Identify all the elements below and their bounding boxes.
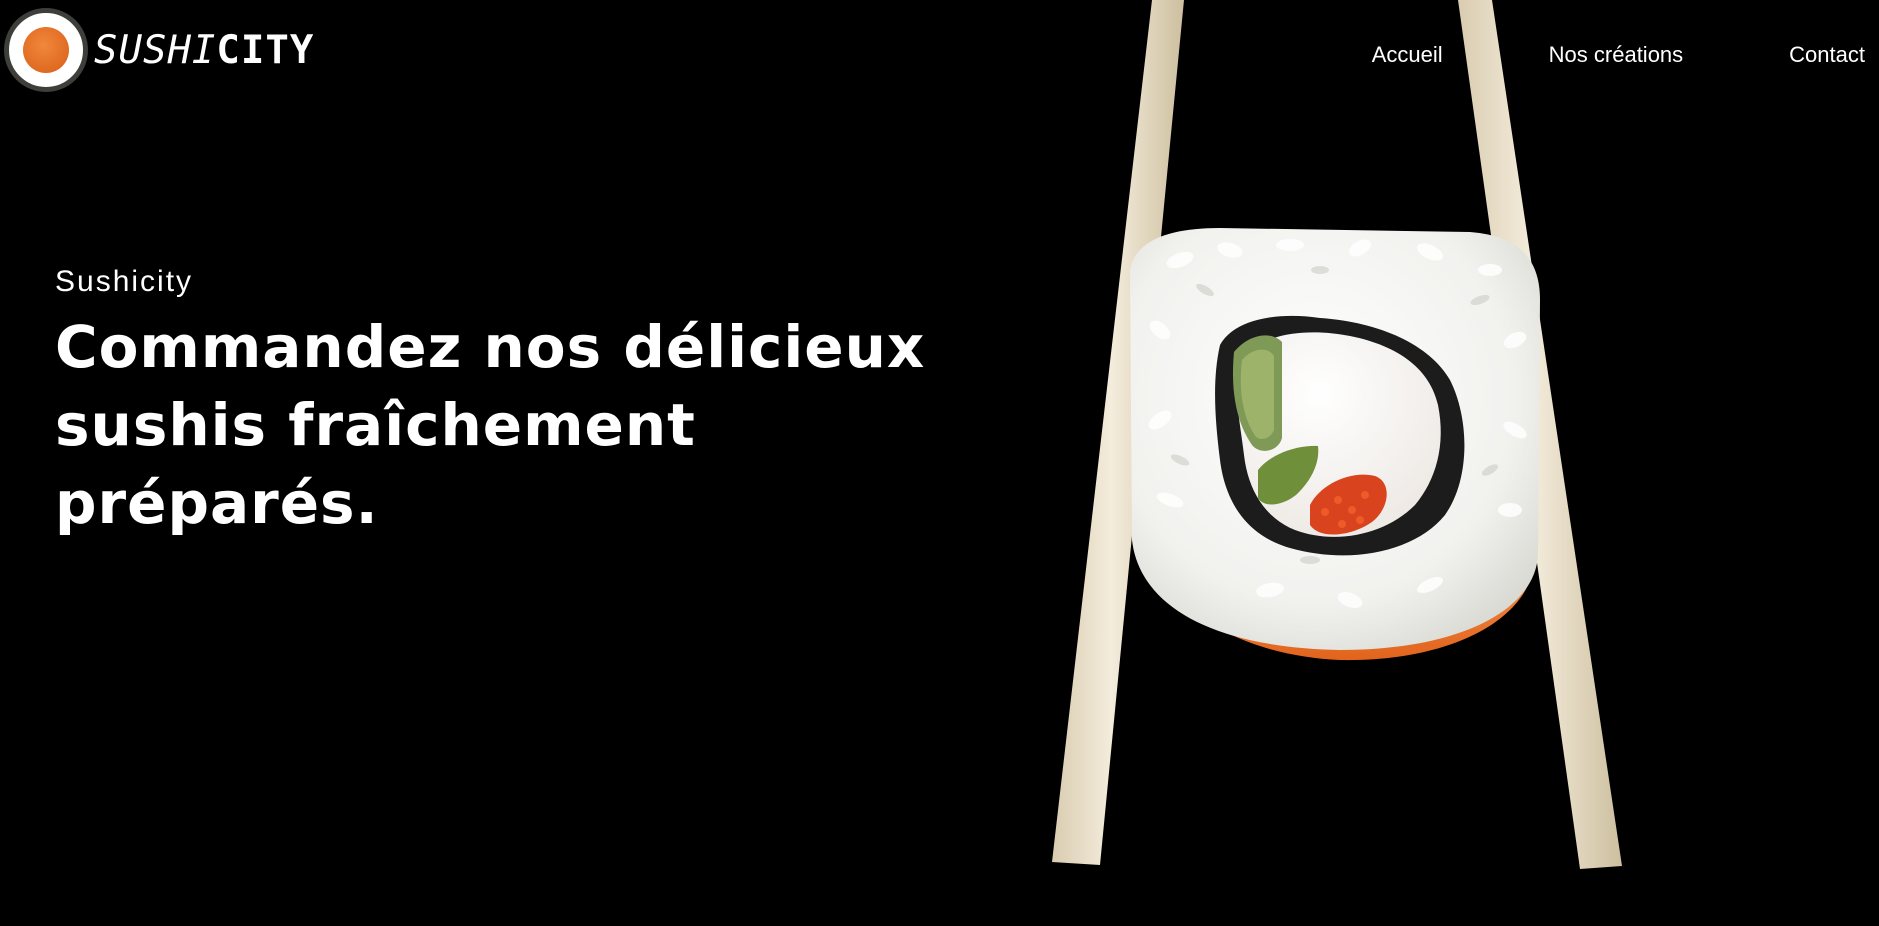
hero-headline: Commandez nos délicieux sushis fraîcheme… [55,313,926,537]
logo-link[interactable]: SUSHICITY [4,8,314,92]
nav-item-contact[interactable]: Contact [1789,38,1865,72]
brand-name-part2: CITY [216,27,315,73]
site-header: SUSHICITY Accueil Nos créations Contact [0,0,1879,110]
brand-name: SUSHICITY [94,31,314,70]
brand-name-part1: SUSHI [94,27,217,73]
hero-eyebrow: Sushicity [55,265,194,298]
nav-item-accueil[interactable]: Accueil [1372,38,1443,72]
nav-item-nos-creations[interactable]: Nos créations [1549,38,1684,72]
main-nav: Accueil Nos créations Contact [1372,38,1865,72]
sushi-roll-with-chopsticks-illustration [1052,0,1622,869]
sushi-roll-logo-icon [4,8,88,92]
hero-section: Sushicity Commandez nos délicieux sushis… [55,262,975,542]
